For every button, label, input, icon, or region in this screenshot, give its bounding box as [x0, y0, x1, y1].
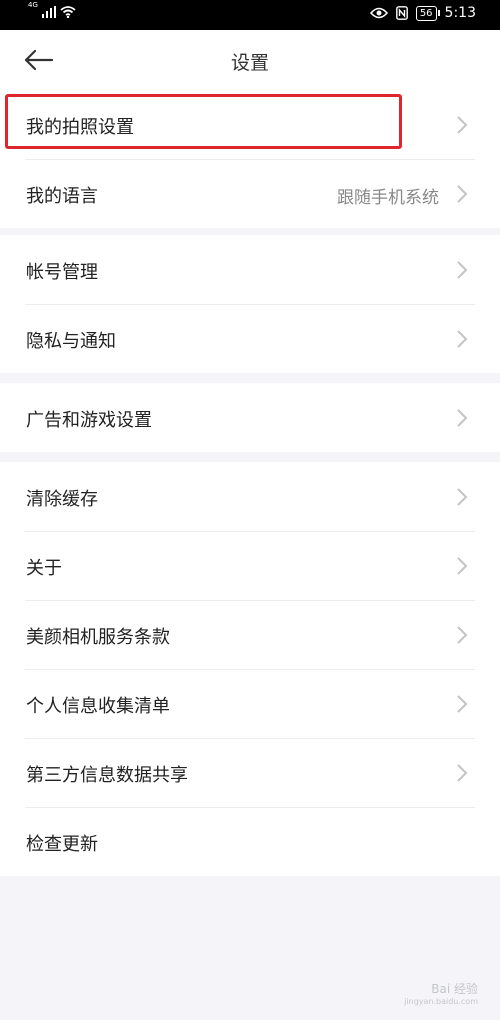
signal-icon [41, 6, 56, 18]
chevron-right-icon [457, 626, 468, 644]
item-label: 个人信息收集清单 [26, 696, 170, 717]
status-time: 5:13 [444, 5, 476, 21]
settings-item-personal-info-list[interactable]: 个人信息收集清单 [0, 669, 500, 738]
status-bar: 4G 56 5:13 [0, 0, 500, 30]
item-label: 帐号管理 [26, 262, 98, 283]
header-bar: 设置 [0, 30, 500, 90]
chevron-right-icon [457, 409, 468, 427]
item-label: 我的语言 [26, 186, 98, 207]
status-left: 4G [28, 2, 76, 18]
chevron-right-icon [457, 185, 468, 203]
item-label: 隐私与通知 [26, 331, 116, 352]
settings-item-check-update[interactable]: 检查更新 [0, 807, 500, 876]
chevron-right-icon [457, 764, 468, 782]
chevron-right-icon [457, 261, 468, 279]
chevron-right-icon [457, 695, 468, 713]
settings-item-privacy-notifications[interactable]: 隐私与通知 [0, 304, 500, 373]
settings-item-third-party-sharing[interactable]: 第三方信息数据共享 [0, 738, 500, 807]
item-label: 关于 [26, 558, 62, 579]
wifi-icon [60, 6, 76, 18]
language-value: 跟随手机系统 [337, 188, 439, 208]
settings-item-about[interactable]: 关于 [0, 531, 500, 600]
item-label: 美颜相机服务条款 [26, 627, 170, 648]
settings-item-photo-settings[interactable]: 我的拍照设置 [0, 90, 500, 159]
watermark-sub: jingyan.baidu.com [404, 997, 478, 1006]
network-type: 4G [28, 1, 38, 9]
chevron-right-icon [457, 488, 468, 506]
watermark-text: Bai 经验 [431, 982, 478, 996]
chevron-right-icon [457, 330, 468, 348]
nfc-icon [395, 6, 408, 20]
settings-section-general: 清除缓存 关于 美颜相机服务条款 个人信息收集清单 第三方信息数据共享 检查更新 [0, 462, 500, 876]
settings-section-ads: 广告和游戏设置 [0, 383, 500, 452]
chevron-right-icon [457, 116, 468, 134]
settings-item-clear-cache[interactable]: 清除缓存 [0, 462, 500, 531]
settings-item-account-management[interactable]: 帐号管理 [0, 235, 500, 304]
chevron-right-icon [457, 557, 468, 575]
item-label: 广告和游戏设置 [26, 410, 152, 431]
settings-item-language[interactable]: 我的语言 跟随手机系统 [0, 159, 500, 228]
battery-indicator: 56 [415, 5, 440, 21]
eye-icon [369, 7, 388, 19]
settings-item-terms[interactable]: 美颜相机服务条款 [0, 600, 500, 669]
watermark: Bai 经验 jingyan.baidu.com [404, 980, 478, 1006]
status-right: 56 5:13 [369, 5, 476, 21]
item-label: 第三方信息数据共享 [26, 765, 188, 786]
item-label: 我的拍照设置 [26, 117, 134, 138]
page-title: 设置 [230, 52, 269, 74]
settings-section-personal: 我的拍照设置 我的语言 跟随手机系统 [0, 90, 500, 228]
settings-section-account: 帐号管理 隐私与通知 [0, 235, 500, 373]
item-label: 清除缓存 [26, 489, 98, 510]
item-label: 检查更新 [26, 834, 98, 855]
settings-item-ads-games[interactable]: 广告和游戏设置 [0, 383, 500, 452]
